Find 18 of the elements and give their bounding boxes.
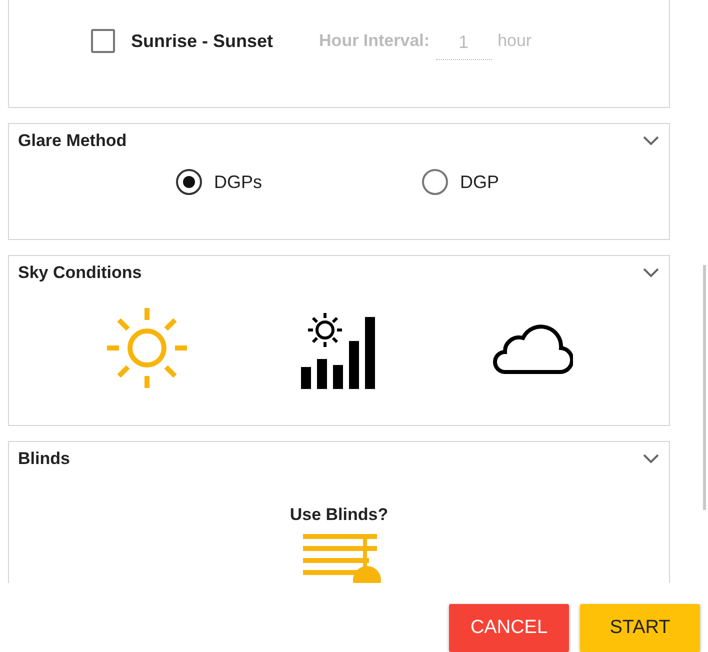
chevron-icon[interactable]: [643, 268, 659, 278]
interval-label: Hour Interval:: [319, 31, 430, 51]
chevron-icon[interactable]: [643, 136, 659, 146]
radio-label: DGPs: [214, 172, 262, 192]
checkbox[interactable]: [91, 29, 115, 53]
panel-title: Blinds: [18, 449, 70, 469]
radio-label: DGP: [460, 172, 500, 192]
chevron-icon[interactable]: [643, 454, 659, 464]
scrollbar-thumb[interactable]: [703, 265, 706, 510]
start-button[interactable]: START: [580, 604, 700, 652]
radio-button[interactable]: [176, 169, 202, 195]
cancel-button[interactable]: CANCEL: [449, 604, 569, 652]
radio-button[interactable]: [422, 169, 448, 195]
interval-unit: hour: [498, 31, 532, 51]
panel-title: Sky Conditions: [18, 263, 142, 283]
panel-title: Glare Method: [18, 131, 127, 151]
question-text: Use Blinds?: [290, 505, 388, 525]
checkbox-label: Sunrise - Sunset: [131, 30, 274, 52]
